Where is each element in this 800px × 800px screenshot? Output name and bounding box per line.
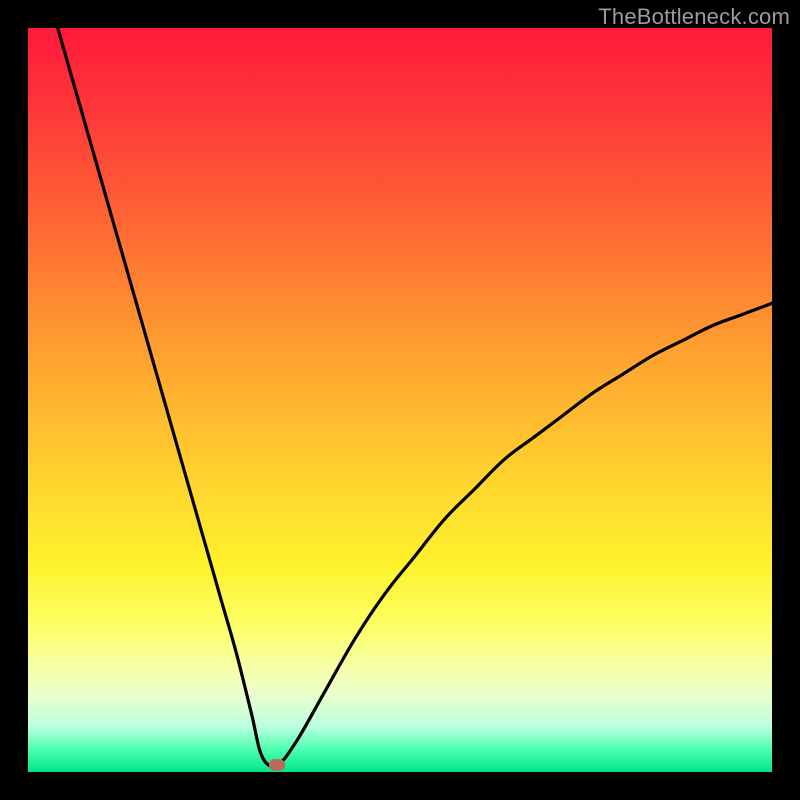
chart-stage: TheBottleneck.com: [0, 0, 800, 800]
optimal-point-marker: [269, 759, 285, 771]
watermark-text: TheBottleneck.com: [598, 4, 790, 30]
chart-svg: [28, 28, 772, 772]
bottleneck-curve: [58, 28, 772, 766]
chart-plot-area: [28, 28, 772, 772]
